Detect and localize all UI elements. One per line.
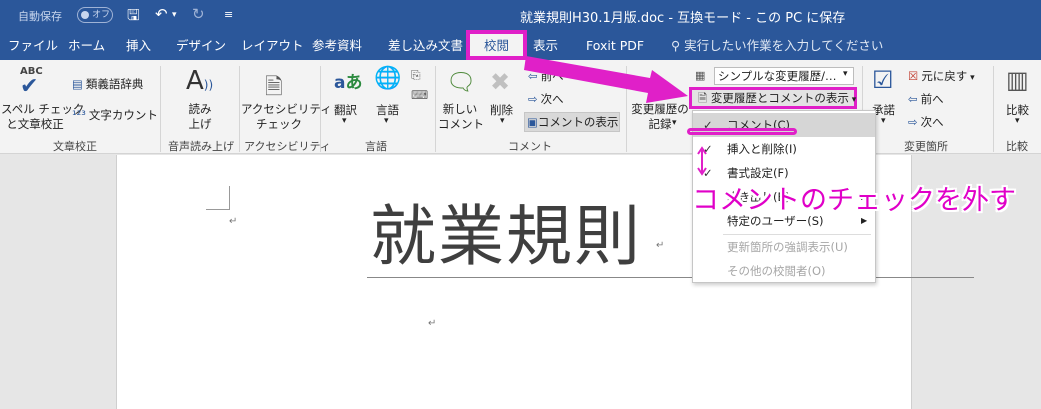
- arrow-to-show-markup: [524, 56, 688, 103]
- instruction-callout: コメントのチェックを外す: [692, 185, 1016, 216]
